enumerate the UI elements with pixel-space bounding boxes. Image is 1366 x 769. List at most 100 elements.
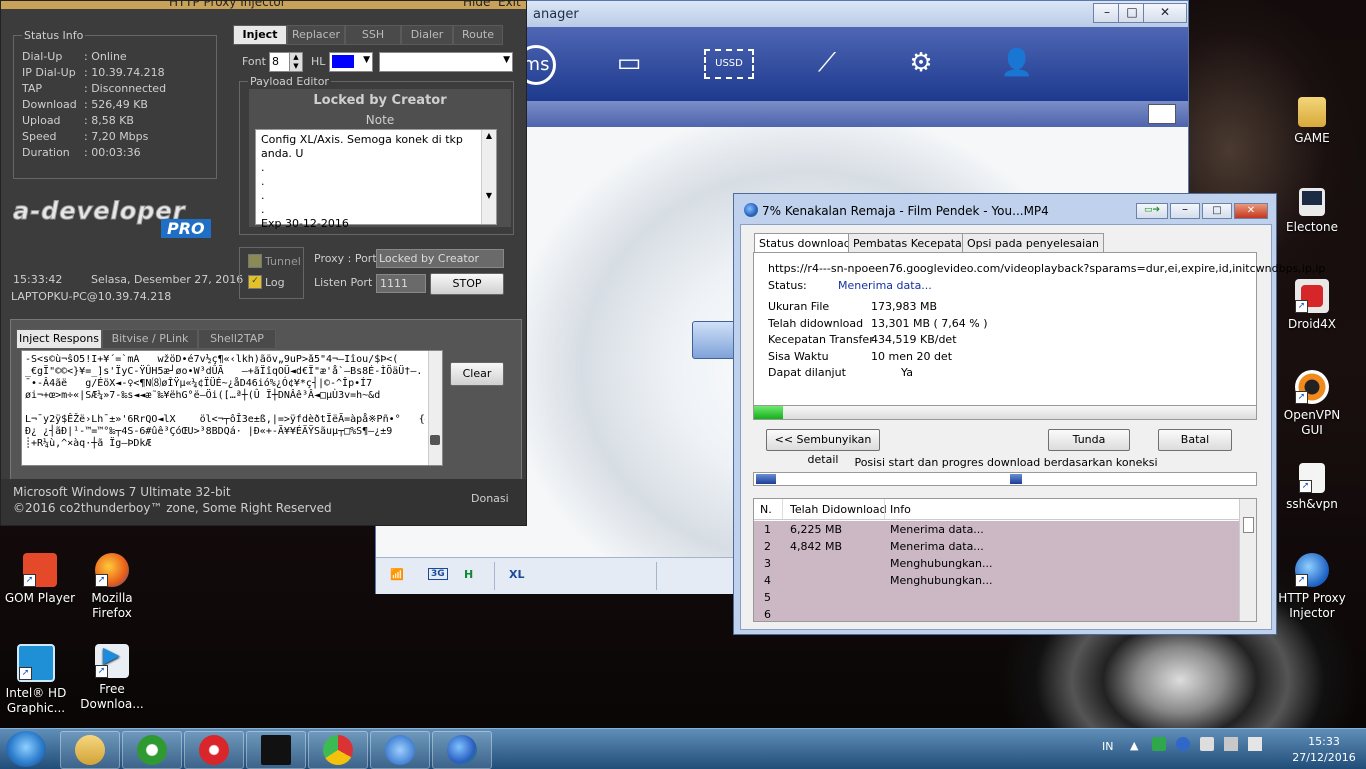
status-info-title: Status Info [22,29,86,42]
desktop-icon-http-proxy-injector[interactable]: ➚ HTTP Proxy Injector [1272,553,1352,621]
log-tab[interactable]: Inject Respons [16,329,102,349]
info-key: Telah didownload [768,316,864,330]
connection-row[interactable]: 5 [754,589,1239,606]
exit-button[interactable]: Exit [498,0,521,9]
tab-replacer[interactable]: Replacer [287,25,345,45]
dialog-maximize-button[interactable]: □ [1202,203,1232,219]
desktop-icon-ssh-vpn[interactable]: ➚ ssh&vpn [1272,463,1352,512]
connection-row[interactable]: 6 [754,606,1239,621]
connections-list[interactable]: N. Telah Didownload Info 1 6,225 MB Meneri… [753,498,1257,622]
tab-ssh[interactable]: SSH [345,25,401,45]
taskbar-app[interactable] [432,731,492,769]
dialog-minimize-button[interactable]: – [1170,203,1200,219]
tray-expand-icon[interactable]: ▲ [1130,739,1138,752]
connection-row[interactable]: 2 4,842 MB Menerima data... [754,538,1239,555]
close-button[interactable]: ✕ [1143,3,1187,23]
log-checkbox[interactable]: ✓ [248,275,262,289]
help-user-icon[interactable]: 👤 [994,43,1040,83]
donasi-link[interactable]: Donasi [471,492,509,505]
status-value: Menerima data... [838,279,932,292]
taskbar-app[interactable] [60,731,120,769]
clear-button[interactable]: Clear [450,362,504,386]
desktop-icon-firefox[interactable]: ➚ Mozilla Firefox [72,553,152,621]
dialog-tab[interactable]: Opsi pada penyelesaian [962,233,1104,254]
note-textarea[interactable]: Config XL/Axis. Semoga konek di tkp anda… [255,129,497,230]
payload-select[interactable]: ▼ [379,52,513,72]
send-to-tray-button[interactable]: ▭➔ [1136,203,1168,219]
cancel-button[interactable]: Batal [1158,429,1232,451]
connection-row[interactable]: 1 6,225 MB Menerima data... [754,521,1239,538]
dialog-tab[interactable]: Pembatas Kecepatan [848,233,974,254]
status-panel: https://r4---sn-npoeen76.googlevideo.com… [753,252,1325,406]
pause-button[interactable]: Tunda [1048,429,1130,451]
taskbar-app[interactable] [184,731,244,769]
note-line: . [261,161,265,174]
globe-icon: ➚ [1295,553,1329,587]
explorer-icon [75,735,105,765]
col-info[interactable]: Info [890,503,911,516]
conn-n: 4 [764,574,771,587]
language-indicator[interactable]: IN [1102,740,1113,753]
tray-date[interactable]: 27/12/2016 [1284,751,1364,764]
taskbar-app[interactable] [308,731,368,769]
font-size-stepper[interactable]: 8 ▲ ▼ [269,52,303,72]
tab-route[interactable]: Route [453,25,503,45]
connection-row[interactable]: 4 Menghubungkan... [754,572,1239,589]
tab-inject[interactable]: Inject [233,25,287,45]
tray-network-icon[interactable] [1224,737,1238,751]
hpi-title: HTTP Proxy Injector [169,0,286,9]
tray-volume-icon[interactable] [1248,737,1262,751]
dialog-close-button[interactable]: ✕ [1234,203,1268,219]
conn-n: 5 [764,591,771,604]
note-line: . [261,189,265,202]
taskbar-app[interactable] [122,731,182,769]
ussd-icon[interactable]: USSD [704,49,754,79]
col-downloaded[interactable]: Telah Didownload [790,503,887,516]
log-tab[interactable]: Bitvise / PLink Log [102,329,198,363]
hide-details-button[interactable]: << Sembunyikan detail [766,429,880,466]
maximize-button[interactable]: □ [1118,3,1146,23]
status-value: : 10.39.74.218 [84,66,165,79]
desktop-icon-droid4x[interactable]: ➚ Droid4X [1272,279,1352,332]
log-tab[interactable]: Shell2TAP Log [198,329,276,363]
tray-app-icon[interactable] [1152,737,1166,751]
proxy-port-field[interactable]: Locked by Creator [376,249,504,268]
desktop-icon-openvpn[interactable]: ➚ OpenVPN GUI [1272,370,1352,438]
desktop-icon-game[interactable]: GAME [1272,97,1352,146]
app-icon [199,735,229,765]
info-value: 13,301 MB ( 7,64 % ) [871,316,988,330]
desktop-icon-free-download[interactable]: ▶ ➚ Free Downloa... [72,644,152,712]
d-app-icon [261,735,291,765]
card-icon[interactable]: ▭ [606,43,652,83]
desktop-icon-electone[interactable]: Electone [1272,188,1352,235]
tray-action-center-icon[interactable] [1200,737,1214,751]
connection-row[interactable]: 3 Menghubungkan... [754,555,1239,572]
connections-scrollbar[interactable] [1239,499,1256,621]
taskbar-app[interactable] [246,731,306,769]
tab-dialer[interactable]: Dialer [401,25,453,45]
desktop-icon-intel[interactable]: ➚ Intel® HD Graphic... [0,644,76,716]
dialog-tab[interactable]: Status download [754,233,856,254]
tray-globe-icon[interactable] [1176,737,1190,751]
conn-downloaded: 6,225 MB [790,523,843,536]
log-scrollbar[interactable] [428,351,442,465]
status-key: Download [22,98,77,111]
tray-time[interactable]: 15:33 [1294,735,1354,748]
status-info-group: Status Info Dial-Up: Online IP Dial-Up: 1… [13,29,217,179]
idm-floating-icon[interactable] [692,321,736,359]
gear-icon[interactable]: ⚙ [898,43,944,83]
chart-icon[interactable]: ⟋ [804,43,850,83]
start-button[interactable] [6,731,46,767]
col-n[interactable]: N. [760,503,772,516]
inject-response-log[interactable]: -Ŝ<s©ù¬ŝÕ5!Ï+¥´=`mÁ wžöD•é7v½ç¶«‹lkh)ãöv… [21,350,443,466]
hl-color-picker[interactable]: ▼ [329,52,373,72]
hide-button[interactable]: Hide [463,0,490,9]
stop-button[interactable]: STOP [430,273,504,295]
tunnel-checkbox[interactable] [248,254,262,268]
minimize-button[interactable]: – [1093,3,1121,23]
desktop-icon-gom[interactable]: ➚ GOM Player [0,553,80,606]
listen-port-field[interactable]: 1111 [376,274,426,293]
taskbar-app[interactable] [370,731,430,769]
notes-icon[interactable] [1148,104,1176,124]
note-scrollbar[interactable]: ▲ ▼ [481,130,496,224]
